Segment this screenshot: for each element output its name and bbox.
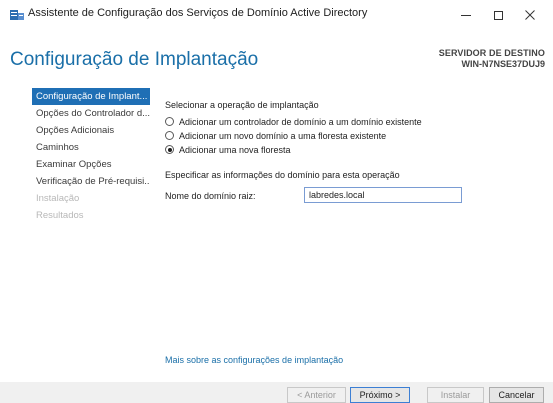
wizard-steps-nav: Configuração de Implant... Opções do Con…	[32, 88, 150, 224]
radio-button-selected[interactable]	[165, 145, 174, 154]
previous-button[interactable]: < Anterior	[287, 387, 346, 403]
nav-item-prerequisites-check[interactable]: Verificação de Pré-requisi...	[32, 173, 150, 190]
nav-item-review-options[interactable]: Examinar Opções	[32, 156, 150, 173]
close-icon	[525, 10, 535, 20]
radio-button[interactable]	[165, 117, 174, 126]
destination-server-name: WIN-N7NSE37DUJ9	[461, 59, 545, 69]
radio-button[interactable]	[165, 131, 174, 140]
nav-item-paths[interactable]: Caminhos	[32, 139, 150, 156]
install-button[interactable]: Instalar	[427, 387, 484, 403]
nav-item-additional-options[interactable]: Opções Adicionais	[32, 122, 150, 139]
window-title: Assistente de Configuração dos Serviços …	[28, 7, 368, 19]
title-bar: Assistente de Configuração dos Serviços …	[0, 0, 553, 30]
root-domain-input[interactable]	[304, 187, 462, 203]
radio-label: Adicionar uma nova floresta	[179, 144, 291, 155]
cancel-button[interactable]: Cancelar	[489, 387, 544, 403]
root-domain-label: Nome do domínio raiz:	[165, 191, 256, 201]
nav-item-installation: Instalação	[36, 193, 80, 204]
close-button[interactable]	[515, 0, 545, 30]
domain-info-section-label: Especificar as informações do domínio pa…	[165, 170, 400, 180]
maximize-button[interactable]	[483, 0, 513, 30]
destination-server-label: SERVIDOR DE DESTINO	[438, 48, 545, 58]
server-icon	[10, 10, 24, 20]
radio-add-dc-existing-domain[interactable]: Adicionar um controlador de domínio a um…	[165, 115, 422, 128]
maximize-icon	[493, 10, 503, 20]
radio-label: Adicionar um novo domínio a uma floresta…	[179, 130, 387, 141]
radio-add-domain-existing-forest[interactable]: Adicionar um novo domínio a uma floresta…	[165, 129, 386, 142]
operation-section-label: Selecionar a operação de implantação	[165, 100, 319, 110]
minimize-button[interactable]	[451, 0, 481, 30]
minimize-icon	[461, 14, 471, 16]
radio-add-new-forest[interactable]: Adicionar uma nova floresta	[165, 143, 291, 156]
nav-item-results: Resultados	[36, 210, 84, 221]
nav-item-dc-options[interactable]: Opções do Controlador d...	[32, 105, 150, 122]
nav-item-deployment-configuration[interactable]: Configuração de Implant...	[32, 88, 150, 105]
next-button[interactable]: Próximo >	[350, 387, 410, 403]
radio-label: Adicionar um controlador de domínio a um…	[179, 116, 422, 127]
more-about-deployment-link[interactable]: Mais sobre as configurações de implantaç…	[165, 355, 343, 365]
page-title: Configuração de Implantação	[10, 49, 259, 70]
